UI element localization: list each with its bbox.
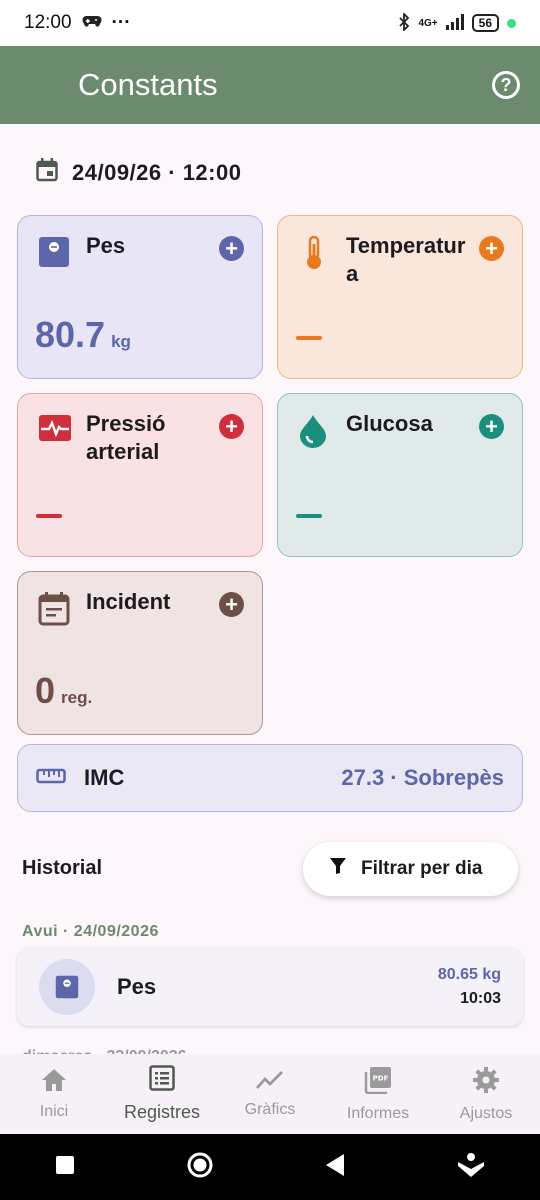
nav-ajustos[interactable]: Ajustos — [432, 1054, 540, 1134]
help-icon[interactable]: ? — [492, 71, 520, 99]
page-title: Constants — [78, 67, 218, 102]
history-title: Historial — [22, 857, 103, 879]
add-glucosa-icon[interactable]: + — [479, 414, 504, 439]
card-incident[interactable]: Incident + 0 reg. — [17, 571, 263, 735]
glucosa-empty-dash — [296, 514, 322, 518]
drop-icon — [298, 414, 330, 448]
entry-time: 10:03 — [460, 990, 501, 1007]
calendar-icon — [36, 158, 58, 188]
list-icon — [149, 1065, 175, 1096]
add-pes-icon[interactable]: + — [219, 236, 244, 261]
bluetooth-icon — [398, 11, 410, 34]
status-time: 12:00 — [24, 12, 72, 33]
imc-label: IMC — [84, 765, 125, 790]
nav-label: Gràfics — [244, 1100, 296, 1118]
card-title: Glucosa — [346, 411, 433, 436]
nav-informes[interactable]: PDF Informes — [324, 1054, 432, 1134]
scale-icon — [55, 975, 79, 999]
incident-value: 0 reg. — [35, 670, 93, 711]
scale-icon — [38, 236, 70, 268]
gamepad-icon — [81, 12, 102, 34]
entry-value: 80.65 kg — [437, 966, 501, 983]
network-type: 4G+ — [418, 17, 438, 29]
bottom-navigation: Inici Registres Gràfics PDF Informes Aju… — [0, 1054, 540, 1134]
card-glucosa[interactable]: Glucosa + — [277, 393, 523, 557]
add-temperatura-icon[interactable]: + — [479, 236, 504, 261]
pdf-icon: PDF — [364, 1066, 392, 1099]
entry-avatar — [39, 959, 95, 1015]
nav-inici[interactable]: Inici — [0, 1054, 108, 1134]
nav-label: Inici — [39, 1102, 69, 1120]
gear-icon — [472, 1066, 500, 1099]
event-note-icon — [38, 592, 70, 626]
signal-icon — [445, 13, 464, 33]
card-temperatura[interactable]: Temperatura + — [277, 215, 523, 379]
history-day-label: Avui · 24/09/2026 — [22, 923, 159, 940]
imc-card[interactable]: IMC 27.3 · Sobrepès — [17, 744, 523, 812]
status-bar: 12:00 ··· 4G+ 56 — [0, 0, 540, 46]
privacy-dot — [507, 18, 516, 28]
system-navigation-bar — [0, 1134, 540, 1200]
card-pressio[interactable]: Pressió arterial + — [17, 393, 263, 557]
add-incident-icon[interactable]: + — [219, 592, 244, 617]
nav-registres[interactable]: Registres — [108, 1054, 216, 1134]
add-pressio-icon[interactable]: + — [219, 414, 244, 439]
card-title: Pressió arterial — [86, 411, 166, 464]
status-more: ··· — [111, 12, 131, 33]
pressio-empty-dash — [36, 514, 62, 518]
nav-label: Ajustos — [459, 1104, 513, 1122]
card-title: Temperatura — [346, 233, 466, 286]
svg-text:PDF: PDF — [373, 1074, 389, 1082]
temperatura-empty-dash — [296, 336, 322, 340]
entry-name: Pes — [117, 974, 157, 999]
thermometer-icon — [298, 235, 330, 269]
battery-indicator: 56 — [471, 14, 499, 32]
card-title: Pes — [86, 233, 126, 258]
heart-monitor-icon — [38, 414, 71, 446]
date-selector[interactable]: 24/09/26 · 12:00 — [36, 158, 241, 188]
date-value: 24/09/26 · 12:00 — [72, 160, 242, 185]
nav-grafics[interactable]: Gràfics — [216, 1054, 324, 1134]
imc-value: 27.3 · Sobrepès — [341, 765, 504, 790]
back-icon[interactable] — [324, 1153, 346, 1182]
history-entry[interactable]: Pes 80.65 kg 10:03 — [17, 948, 523, 1026]
nav-label: Informes — [346, 1104, 410, 1122]
card-pes[interactable]: Pes + 80.7 kg — [17, 215, 263, 379]
home-button-icon[interactable] — [186, 1151, 214, 1184]
assistant-icon[interactable] — [457, 1152, 485, 1183]
nav-label: Registres — [123, 1102, 201, 1122]
filter-icon — [329, 857, 347, 881]
recents-icon[interactable] — [55, 1155, 75, 1180]
ruler-icon — [36, 768, 66, 789]
home-icon — [41, 1068, 67, 1097]
app-bar: Constants ? — [0, 46, 540, 124]
chart-icon — [255, 1070, 284, 1095]
filter-label: Filtrar per dia — [361, 858, 483, 879]
card-title: Incident — [86, 589, 171, 614]
filter-by-day-button[interactable]: Filtrar per dia — [303, 842, 518, 896]
pes-value: 80.7 kg — [35, 314, 131, 355]
